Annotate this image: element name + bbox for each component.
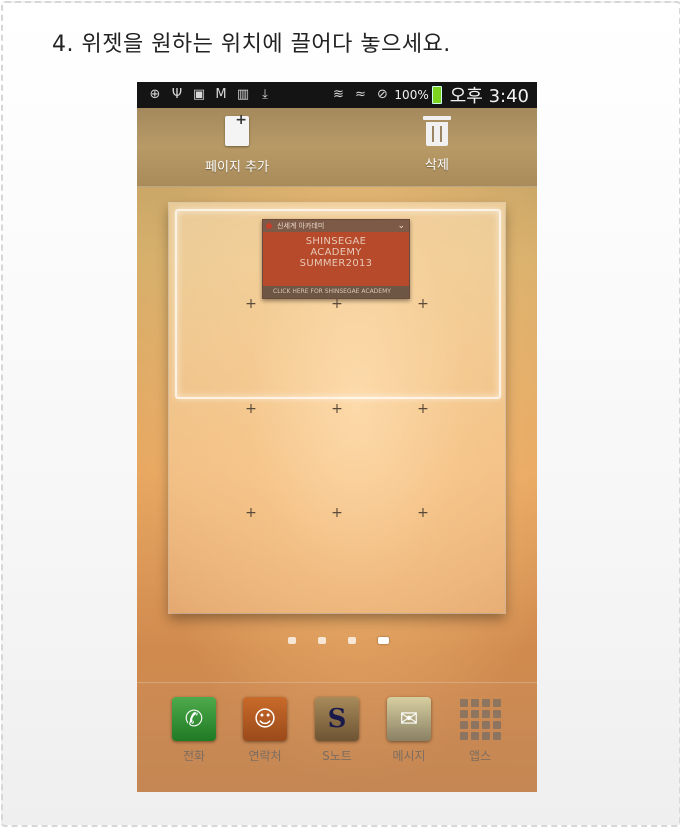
grid-cross-icon: + — [417, 401, 429, 417]
home-page-preview[interactable]: 신세계 아카데미 ⌄ SHINSEGAE ACADEMY SUMMER2013 … — [169, 203, 505, 613]
dock-app-apps[interactable]: 앱스 — [450, 697, 510, 764]
contacts-icon: ☺ — [243, 697, 287, 741]
page-indicator — [288, 637, 389, 644]
widget-header: 신세계 아카데미 ⌄ — [263, 220, 409, 232]
apps-grid-icon — [458, 697, 502, 741]
message-envelope-icon: ✉ — [387, 697, 431, 741]
page-dot[interactable] — [318, 637, 326, 644]
battery-percent: 100% — [394, 88, 429, 102]
phone-screen: ⊕ Ψ ▣ M ▥ ⤓ ≋ ≈ ⊘ 100% 오후 3:40 페이지 추가 삭제 — [137, 82, 537, 792]
grid-cross-icon: + — [245, 296, 257, 312]
dock-app-contacts[interactable]: ☺ 연락처 — [235, 697, 295, 764]
snote-icon: S — [315, 697, 359, 741]
gallery-icon: ▣ — [192, 87, 206, 102]
grid-cross-icon: + — [417, 296, 429, 312]
phone-icon: ✆ — [172, 697, 216, 741]
vibrate-icon: ≋ — [332, 87, 344, 102]
grid-cross-icon: + — [331, 401, 343, 417]
add-page-button[interactable]: 페이지 추가 — [177, 112, 297, 175]
app-dock: ✆ 전화 ☺ 연락처 S S노트 ✉ 메시지 앱스 — [137, 682, 537, 792]
delete-button[interactable]: 삭제 — [377, 116, 497, 173]
app-label: 전화 — [182, 749, 206, 763]
clock: 오후 3:40 — [449, 86, 529, 107]
chevron-down-icon: ⌄ — [397, 221, 405, 231]
download-icon: ⤓ — [262, 87, 268, 102]
widget-line: ACADEMY — [310, 247, 362, 258]
page-dot[interactable] — [288, 637, 296, 644]
app-label: 메시지 — [392, 749, 426, 763]
gmail-icon: M — [215, 87, 227, 102]
usb-icon: Ψ — [171, 87, 183, 102]
trash-icon — [423, 116, 451, 146]
widget-header-text: 신세계 아카데미 — [277, 222, 325, 230]
widget-line: SHINSEGAE — [305, 236, 367, 247]
add-page-icon — [225, 112, 249, 146]
instruction-text: 4. 위젯을 원하는 위치에 끌어다 놓으세요. — [52, 32, 451, 57]
delete-label: 삭제 — [425, 158, 449, 173]
dock-app-messages[interactable]: ✉ 메시지 — [379, 697, 439, 764]
page-dot-active[interactable] — [378, 637, 389, 644]
widget-line: SUMMER2013 — [299, 258, 373, 269]
widget-body: SHINSEGAE ACADEMY SUMMER2013 — [263, 232, 409, 269]
home-edit-bar: 페이지 추가 삭제 — [137, 108, 537, 187]
app-label: 앱스 — [468, 749, 492, 763]
add-page-label: 페이지 추가 — [205, 160, 269, 175]
page-dot[interactable] — [348, 637, 356, 644]
grid-cross-icon: + — [417, 505, 429, 521]
notification-plus-icon: ⊕ — [149, 87, 161, 102]
app-label: 연락처 — [248, 749, 282, 763]
dock-app-phone[interactable]: ✆ 전화 — [164, 697, 224, 764]
grid-cross-icon: + — [331, 505, 343, 521]
battery-icon — [431, 86, 442, 104]
grid-cross-icon: + — [245, 401, 257, 417]
book-icon: ▥ — [236, 87, 250, 102]
app-label: S노트 — [322, 749, 352, 763]
grid-cross-icon: + — [331, 296, 343, 312]
no-signal-icon: ⊘ — [376, 87, 388, 102]
status-bar: ⊕ Ψ ▣ M ▥ ⤓ ≋ ≈ ⊘ 100% 오후 3:40 — [137, 82, 537, 108]
shinsegae-widget[interactable]: 신세계 아카데미 ⌄ SHINSEGAE ACADEMY SUMMER2013 … — [262, 219, 410, 299]
dock-app-snote[interactable]: S S노트 — [307, 697, 367, 764]
grid-cross-icon: + — [245, 505, 257, 521]
wifi-icon: ≈ — [354, 87, 366, 102]
